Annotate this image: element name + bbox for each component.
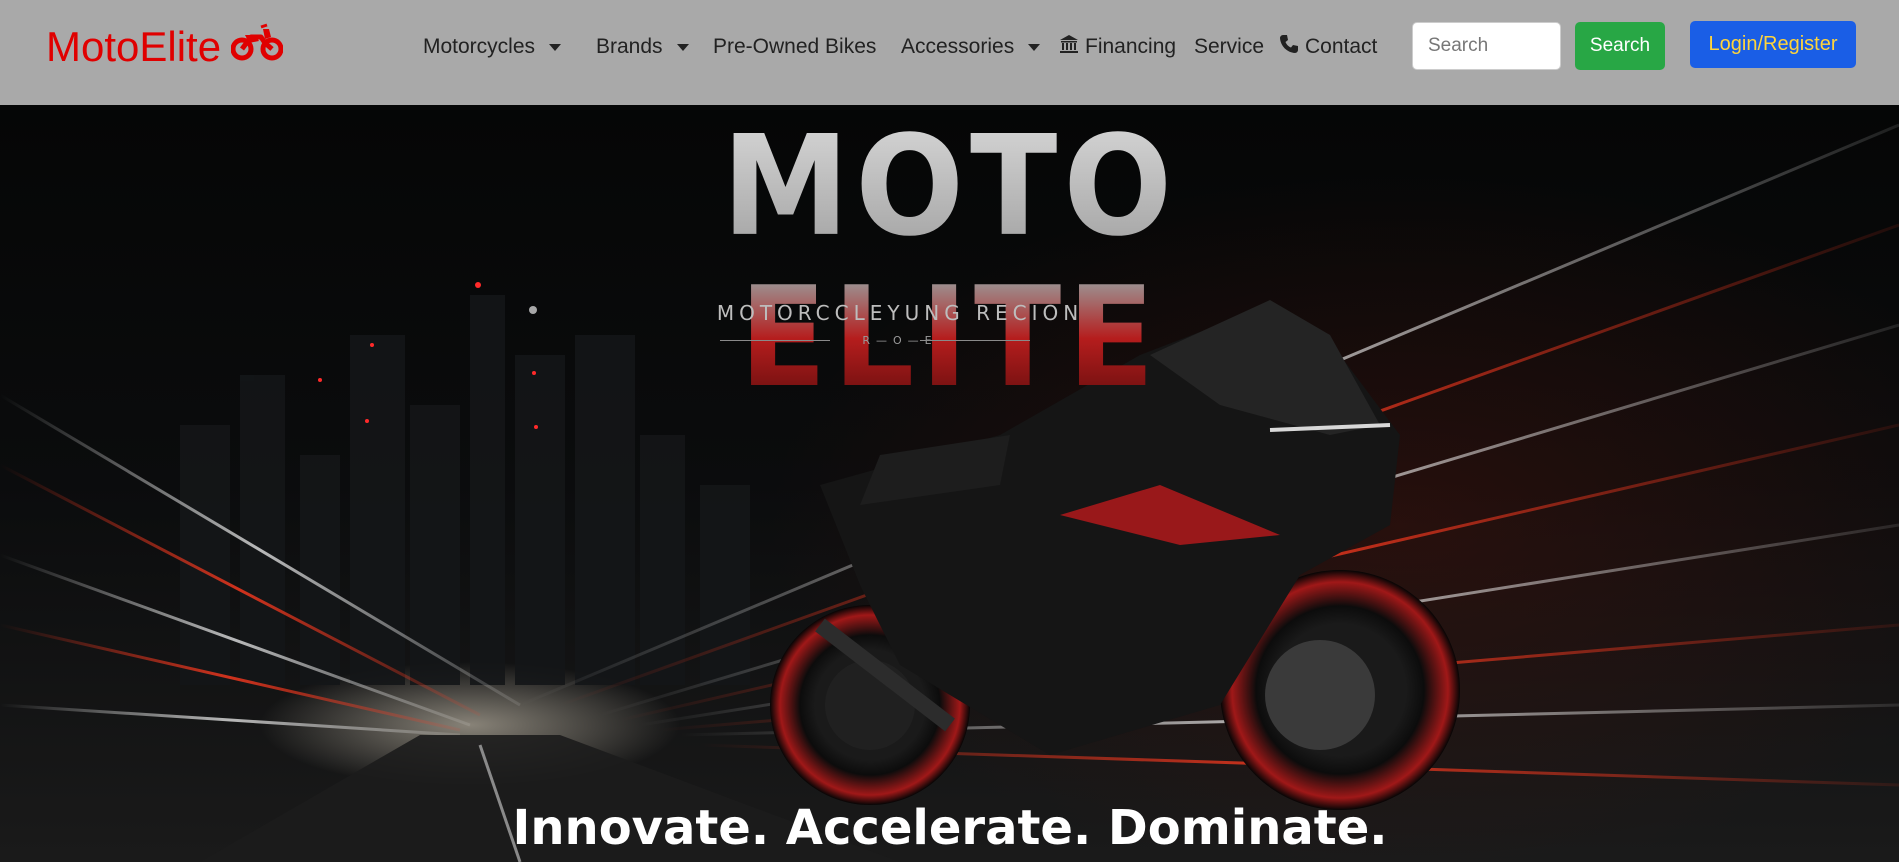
chevron-down-icon (1028, 43, 1041, 51)
nav-label: Financing (1085, 35, 1177, 58)
login-register-button[interactable]: Login/Register (1690, 21, 1856, 68)
nav-contact[interactable]: Contact (1279, 33, 1377, 61)
hero-logo-text: MOTO ELITE (560, 111, 1340, 414)
search-button[interactable]: Search (1575, 22, 1665, 70)
divider (920, 340, 1030, 341)
chevron-down-icon (549, 43, 562, 51)
nav-financing[interactable]: Financing (1059, 33, 1176, 61)
hero-banner: MOTO ELITE MOTORCCLEYUNG RECION R—O—E In… (0, 105, 1899, 862)
nav-brands[interactable]: Brands (596, 33, 689, 61)
nav-pre-owned-bikes[interactable]: Pre-Owned Bikes (713, 33, 876, 61)
nav-label: Service (1194, 35, 1265, 58)
navbar: MotoElite Motorcycles Brands Pre-Owned B… (0, 0, 1899, 105)
nav-accessories[interactable]: Accessories (901, 33, 1041, 61)
hero-subtitle: MOTORCCLEYUNG RECION (716, 301, 1084, 325)
phone-icon (1279, 34, 1299, 60)
nav-service[interactable]: Service (1194, 33, 1264, 61)
hero-tagline: Innovate. Accelerate. Dominate. (512, 800, 1388, 856)
nav-label: Brands (596, 35, 663, 58)
chevron-down-icon (676, 43, 689, 51)
nav-label: Contact (1305, 35, 1378, 58)
nav-label: Accessories (901, 35, 1015, 58)
nav-label: Motorcycles (423, 35, 536, 58)
nav-label: Pre-Owned Bikes (713, 35, 877, 58)
bank-icon (1059, 34, 1079, 60)
search-input[interactable] (1412, 22, 1561, 70)
nav-motorcycles[interactable]: Motorcycles (423, 33, 562, 61)
